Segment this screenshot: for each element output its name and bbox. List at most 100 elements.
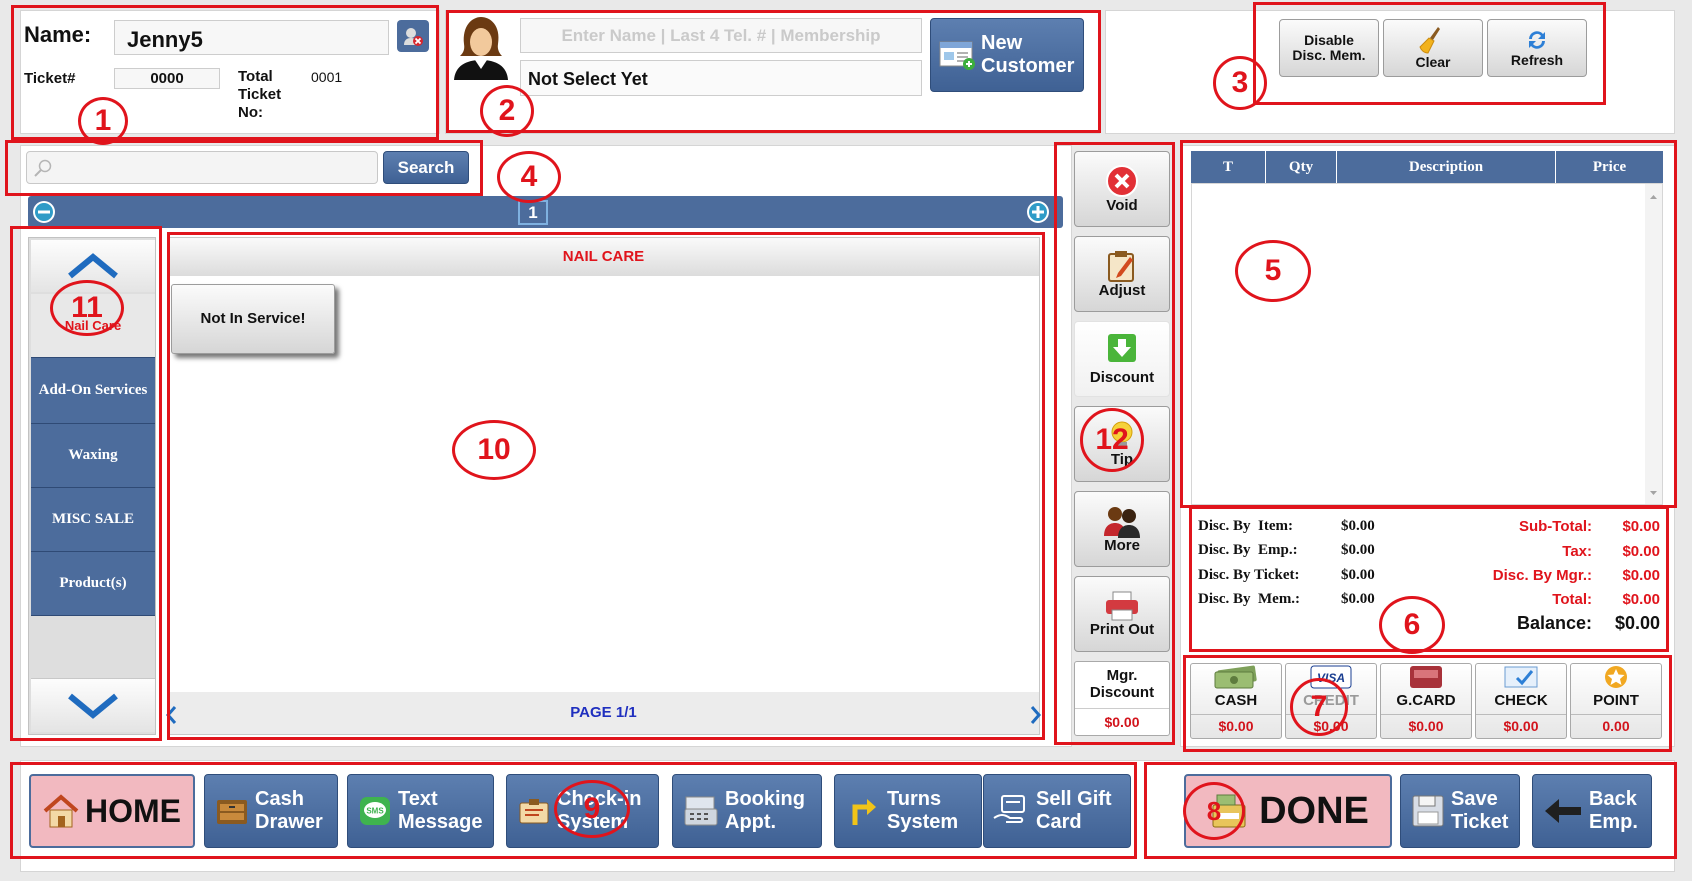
subtotal-label: Sub-Total: [1518, 518, 1592, 535]
ticket-items-list[interactable] [1191, 183, 1663, 505]
gift-card-icon [1410, 666, 1442, 688]
annotation-circle-12: 12 [1080, 408, 1144, 472]
chevron-up-icon [68, 253, 118, 279]
star-icon [1605, 666, 1627, 688]
category-item-waxing[interactable]: Waxing [31, 424, 155, 488]
mgr-discount-value: $0.00 [1104, 714, 1140, 730]
sell-gift-card-button[interactable]: Sell Gift Card [983, 774, 1131, 848]
ticket-scrollbar[interactable] [1645, 184, 1662, 504]
disc-mem-label: Disc. By Mem.: [1198, 591, 1301, 607]
customer-avatar [450, 14, 512, 80]
category-item-add-on[interactable]: Add-On Services [31, 358, 155, 424]
column-header-description: Description [1337, 151, 1556, 183]
pay-cash-label: CASH [1214, 692, 1258, 709]
pay-check-button[interactable]: CHECK $0.00 [1475, 663, 1567, 739]
customer-name-field[interactable]: Jenny5 [114, 20, 389, 55]
annotation-circle-3: 3 [1213, 56, 1267, 110]
current-page-indicator[interactable]: 1 [518, 200, 548, 225]
done-label: DONE [1259, 789, 1369, 832]
turn-arrow-icon [852, 799, 876, 825]
broom-icon [1419, 27, 1440, 54]
disable-discount-label: Disable Disc. Mem. [1292, 31, 1366, 63]
service-pager-bar: PAGE 1/1 [166, 692, 1042, 734]
new-customer-label: New Customer [981, 32, 1075, 77]
category-item-misc-sale[interactable]: MISC SALE [31, 488, 155, 552]
svg-text:SMS: SMS [366, 807, 384, 816]
search-button[interactable]: Search [383, 151, 469, 184]
column-header-qty: Qty [1266, 151, 1337, 183]
booking-appt-button[interactable]: Booking Appt. [672, 774, 822, 848]
category-item-products[interactable]: Product(s) [31, 552, 155, 616]
new-customer-icon [939, 41, 975, 70]
remove-customer-icon [404, 28, 423, 46]
pay-point-button[interactable]: POINT 0.00 [1570, 663, 1662, 739]
back-emp-button[interactable]: Back Emp. [1532, 774, 1652, 848]
page-prev-button[interactable] [33, 201, 55, 223]
total-ticket-label: Total Ticket No: [238, 68, 282, 121]
customer-search-input[interactable]: Enter Name | Last 4 Tel. # | Membership [520, 18, 922, 53]
category-label: MISC SALE [51, 511, 135, 527]
check-icon [1504, 666, 1538, 688]
mgr-discount-button[interactable]: Mgr. Discount $0.00 [1074, 661, 1170, 736]
category-scroll-down-button[interactable] [31, 678, 155, 732]
woman-avatar-icon [454, 17, 508, 80]
new-customer-button[interactable]: New Customer [930, 18, 1084, 92]
service-category-header: NAIL CARE [168, 238, 1039, 276]
discount-button[interactable]: Discount [1074, 321, 1170, 397]
pay-giftcard-amount: $0.00 [1381, 714, 1471, 734]
home-button[interactable]: HOME [29, 774, 195, 848]
service-item-label: Not In Service! [200, 309, 306, 327]
total-value: $0.00 [1622, 591, 1660, 608]
home-label: HOME [85, 792, 181, 829]
subtotal-value: $0.00 [1622, 518, 1660, 535]
save-ticket-button[interactable]: Save Ticket [1400, 774, 1520, 848]
save-ticket-label: Save Ticket [1451, 788, 1509, 833]
disc-emp-label: Disc. By Emp.: [1198, 542, 1298, 558]
magnifier-icon [34, 159, 52, 177]
text-message-button[interactable]: SMS Text Message [347, 774, 494, 848]
column-header-type: T [1191, 151, 1266, 183]
clear-customer-button[interactable] [397, 20, 429, 52]
disc-item-value: $0.00 [1341, 518, 1375, 534]
service-search-input[interactable] [26, 151, 378, 184]
disc-mem-value: $0.00 [1341, 591, 1375, 607]
annotation-circle-9: 9 [554, 780, 630, 838]
scroll-down-arrow-icon[interactable] [1645, 486, 1662, 500]
print-out-button[interactable]: Print Out [1074, 576, 1170, 652]
house-icon [43, 794, 79, 828]
cash-drawer-button[interactable]: Cash Drawer [204, 774, 338, 848]
scroll-up-arrow-icon[interactable] [1645, 190, 1662, 204]
customer-search-placeholder: Enter Name | Last 4 Tel. # | Membership [561, 25, 881, 45]
sell-gift-label: Sell Gift Card [1036, 788, 1112, 833]
more-label: More [1104, 536, 1140, 554]
balance-value: $0.00 [1614, 613, 1660, 633]
turns-system-button[interactable]: Turns System [834, 774, 982, 848]
page-next-button[interactable] [1027, 201, 1049, 223]
adjust-button[interactable]: Adjust [1074, 236, 1170, 312]
chevron-right-icon[interactable] [1030, 705, 1042, 725]
pay-point-label: POINT [1593, 692, 1639, 709]
annotation-circle-7: 7 [1290, 678, 1348, 736]
category-label: Waxing [68, 447, 118, 463]
pay-giftcard-button[interactable]: G.CARD $0.00 [1380, 663, 1472, 739]
refresh-button[interactable]: Refresh [1487, 19, 1587, 77]
drawer-icon [217, 800, 247, 824]
cash-icon [1214, 665, 1257, 689]
service-item-button[interactable]: Not In Service! [171, 284, 335, 354]
ticket-number-value: 0000 [150, 70, 184, 87]
disc-mgr-value: $0.00 [1622, 567, 1660, 584]
chevron-down-icon [68, 693, 118, 719]
mgr-discount-label: Mgr. Discount [1075, 662, 1169, 709]
disable-discount-member-button[interactable]: Disable Disc. Mem. [1279, 19, 1379, 77]
adjust-label: Adjust [1098, 281, 1146, 299]
service-area: NAIL CARE Not In Service! PAGE 1/1 [166, 237, 1042, 735]
disc-item-label: Disc. By Item: [1198, 518, 1293, 534]
checkin-icon [519, 799, 549, 824]
pay-cash-button[interactable]: CASH $0.00 [1190, 663, 1282, 739]
void-button[interactable]: Void [1074, 151, 1170, 227]
balance-label: Balance: [1516, 613, 1592, 633]
more-button[interactable]: More [1074, 491, 1170, 567]
annotation-circle-11: 11 [50, 280, 124, 336]
clear-label: Clear [1415, 54, 1451, 71]
clear-button[interactable]: Clear [1383, 19, 1483, 77]
